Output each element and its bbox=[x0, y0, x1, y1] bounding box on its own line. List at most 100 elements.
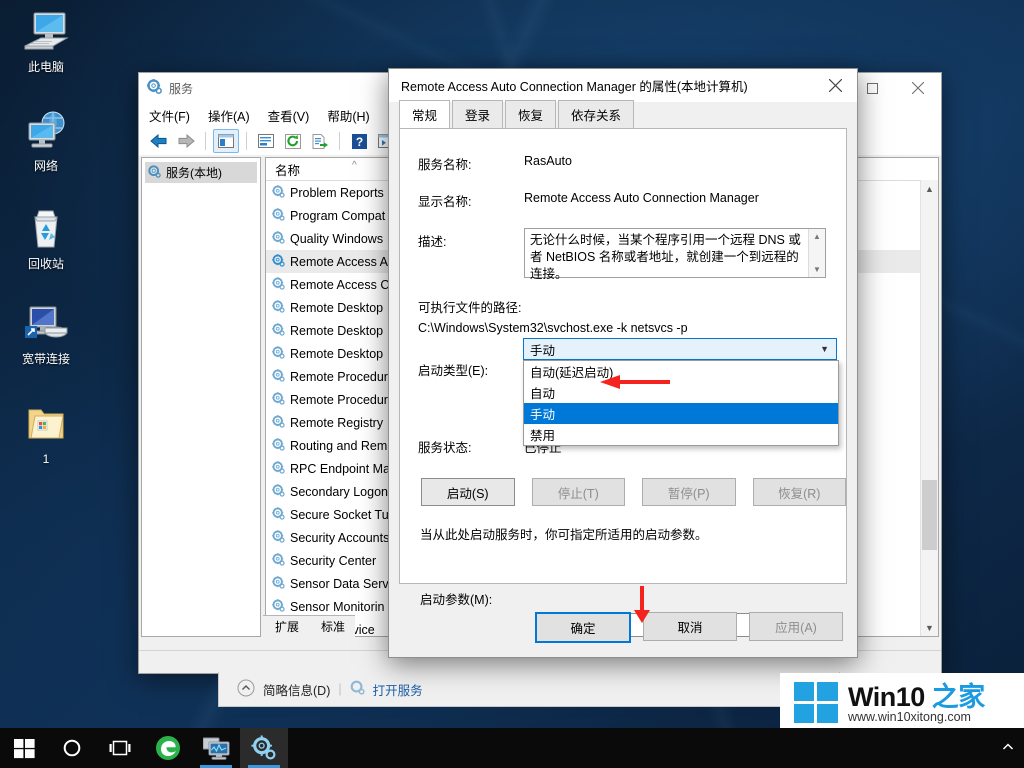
monitor-app-icon[interactable] bbox=[192, 728, 240, 768]
services-gear-icon bbox=[148, 164, 161, 181]
scrollbar-thumb[interactable] bbox=[922, 480, 937, 550]
service-name-cell: Sensor Data Serv bbox=[290, 576, 389, 591]
desktop-icon-folder-1[interactable]: 1 bbox=[4, 400, 88, 467]
close-button[interactable] bbox=[895, 73, 941, 103]
description-value: 无论什么时候，当某个程序引用一个远程 DNS 或者 NetBIOS 名称或者地址… bbox=[530, 233, 801, 281]
detail-separator: | bbox=[338, 682, 342, 696]
service-name-cell: Remote Desktop bbox=[290, 300, 384, 315]
scroll-up-arrow-icon[interactable]: ▲ bbox=[921, 180, 938, 197]
menu-item-help[interactable]: 帮助(H) bbox=[327, 106, 369, 125]
dropdown-option[interactable]: 禁用 bbox=[524, 424, 838, 445]
service-name-cell: Remote Procedur bbox=[290, 369, 388, 384]
red-down-arrow-annotation bbox=[630, 586, 654, 627]
recycle-bin-icon bbox=[4, 205, 88, 253]
desktop-icon-broadband[interactable]: 宽带连接 bbox=[4, 300, 88, 367]
open-services-gear-icon bbox=[350, 680, 365, 698]
services-view-tabs: 扩展 标准 bbox=[263, 615, 356, 637]
dropdown-option[interactable]: 手动 bbox=[524, 403, 838, 424]
view-tab-extended[interactable]: 扩展 bbox=[263, 615, 310, 637]
services-gear-icon bbox=[147, 79, 162, 97]
field-service-name: 服务名称: RasAuto bbox=[400, 154, 846, 173]
task-view-icon[interactable] bbox=[96, 728, 144, 768]
ok-button[interactable]: 确定 bbox=[535, 612, 631, 643]
field-description: 描述: 无论什么时候，当某个程序引用一个远程 DNS 或者 NetBIOS 名称… bbox=[400, 228, 846, 281]
windows-logo-icon bbox=[794, 681, 838, 728]
scroll-up-arrow-icon[interactable]: ▲ bbox=[809, 229, 825, 244]
back-arrow-icon[interactable] bbox=[147, 130, 171, 152]
folder-icon bbox=[4, 400, 88, 448]
desktop-icon-recycle-bin[interactable]: 回收站 bbox=[4, 205, 88, 272]
service-gear-icon bbox=[272, 437, 285, 454]
desktop-icon-this-pc[interactable]: 此电脑 bbox=[4, 8, 88, 75]
desktop-icon-label: 1 bbox=[42, 452, 50, 466]
browser-icon[interactable] bbox=[144, 728, 192, 768]
tab-recovery[interactable]: 恢复 bbox=[505, 100, 557, 128]
menu-item-file[interactable]: 文件(F) bbox=[149, 106, 190, 125]
services-tree-pane: 服务(本地) bbox=[141, 157, 261, 637]
refresh-icon[interactable] bbox=[281, 130, 305, 152]
startup-type-combobox[interactable]: 手动 ▼ bbox=[523, 338, 837, 360]
dropdown-option[interactable]: 自动 bbox=[524, 382, 838, 403]
description-box[interactable]: 无论什么时候，当某个程序引用一个远程 DNS 或者 NetBIOS 名称或者地址… bbox=[524, 228, 826, 281]
service-gear-icon bbox=[272, 483, 285, 500]
tab-logon[interactable]: 登录 bbox=[452, 100, 504, 128]
show-hide-tree-icon[interactable] bbox=[213, 129, 239, 153]
tree-item-services-local[interactable]: 服务(本地) bbox=[145, 162, 257, 183]
services-title-text: 服务 bbox=[169, 81, 194, 96]
export-list-icon[interactable] bbox=[308, 130, 332, 152]
scroll-down-arrow-icon[interactable]: ▼ bbox=[809, 262, 825, 277]
stop-service-button: 停止(T) bbox=[531, 478, 625, 506]
start-button[interactable] bbox=[0, 728, 48, 768]
pause-service-button: 暂停(P) bbox=[642, 478, 736, 506]
this-pc-icon bbox=[4, 8, 88, 56]
service-gear-icon bbox=[272, 506, 285, 523]
properties-icon[interactable] bbox=[254, 130, 278, 152]
toolbar-separator bbox=[205, 132, 206, 150]
service-gear-icon bbox=[272, 552, 285, 569]
display-name-label: 显示名称: bbox=[418, 195, 472, 209]
description-scrollbar[interactable]: ▲ ▼ bbox=[808, 229, 825, 277]
view-tab-standard[interactable]: 标准 bbox=[309, 615, 356, 637]
resume-service-button: 恢复(R) bbox=[752, 478, 846, 506]
cortana-search-icon[interactable] bbox=[48, 728, 96, 768]
open-services-link[interactable]: 打开服务 bbox=[373, 680, 423, 699]
cancel-button[interactable]: 取消 bbox=[643, 612, 737, 641]
detail-brief-label: 简略信息(D) bbox=[263, 683, 331, 698]
tab-general[interactable]: 常规 bbox=[399, 100, 451, 128]
collapse-chevron-icon[interactable] bbox=[237, 679, 255, 700]
startup-type-dropdown-list[interactable]: 自动(延迟启动) 自动 手动 禁用 bbox=[523, 360, 839, 446]
show-hidden-icons-chevron[interactable] bbox=[1000, 739, 1016, 758]
menu-item-action[interactable]: 操作(A) bbox=[208, 106, 250, 125]
path-value: C:\Windows\System32\svchost.exe -k netsv… bbox=[418, 321, 688, 335]
service-gear-icon bbox=[272, 253, 285, 270]
dialog-close-button[interactable] bbox=[813, 69, 857, 102]
service-gear-icon bbox=[272, 368, 285, 385]
services-list-scrollbar[interactable]: ▲ ▼ bbox=[920, 180, 938, 636]
service-gear-icon bbox=[272, 345, 285, 362]
field-start-params: 启动参数(M): bbox=[400, 589, 846, 608]
services-window-buttons bbox=[849, 73, 941, 103]
service-gear-icon bbox=[272, 598, 285, 615]
network-icon bbox=[4, 107, 88, 155]
startup-type-label: 启动类型(E): bbox=[418, 364, 489, 378]
service-name-cell: Remote Desktop bbox=[290, 323, 384, 338]
service-name-cell: Remote Desktop bbox=[290, 346, 384, 361]
menu-item-view[interactable]: 查看(V) bbox=[268, 106, 310, 125]
dropdown-option[interactable]: 自动(延迟启动) bbox=[524, 361, 838, 382]
forward-arrow-icon[interactable] bbox=[174, 130, 198, 152]
system-tray bbox=[1000, 728, 1016, 768]
taskbar bbox=[0, 728, 1024, 768]
help-icon[interactable]: ? bbox=[347, 130, 371, 152]
service-name-cell: Sensor Monitorin bbox=[290, 599, 385, 614]
services-detail-strip: 简略信息(D) | 打开服务 bbox=[218, 672, 840, 707]
desktop-icon-network[interactable]: 网络 bbox=[4, 107, 88, 174]
service-name-cell: Security Accounts bbox=[290, 530, 390, 545]
services-app-icon[interactable] bbox=[240, 728, 288, 768]
start-service-button[interactable]: 启动(S) bbox=[421, 478, 515, 506]
dialog-title-bar: Remote Access Auto Connection Manager 的属… bbox=[389, 69, 857, 102]
scroll-down-arrow-icon[interactable]: ▼ bbox=[921, 619, 938, 636]
tab-dependencies[interactable]: 依存关系 bbox=[558, 100, 635, 128]
column-header-name: 名称 bbox=[275, 163, 301, 178]
toolbar-separator bbox=[339, 132, 340, 150]
desktop-icon-label: 此电脑 bbox=[27, 60, 64, 74]
